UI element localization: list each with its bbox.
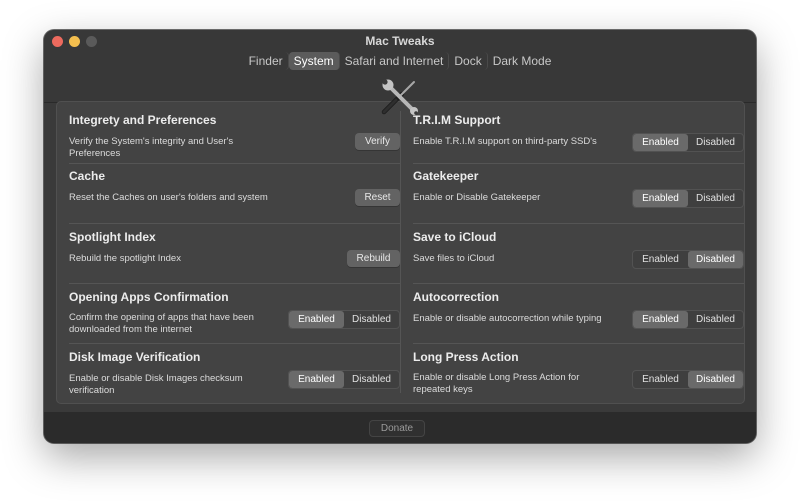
section-description: Enable or Disable Gatekeeper: [413, 192, 541, 203]
disabled-option[interactable]: Disabled: [688, 251, 743, 268]
disabled-option[interactable]: Disabled: [344, 311, 399, 328]
tab-finder[interactable]: Finder: [244, 52, 289, 70]
section-title: Spotlight Index: [69, 230, 156, 244]
t-r-i-m-support-toggle: Enabled Disabled: [632, 133, 744, 152]
app-window: Mac Tweaks Finder System Safari and Inte…: [44, 30, 756, 443]
enabled-option[interactable]: Enabled: [289, 371, 344, 388]
bottom-bar: Donate: [44, 412, 756, 443]
tab-system[interactable]: System: [288, 52, 340, 70]
enabled-option[interactable]: Enabled: [633, 251, 688, 268]
section-separator: [69, 223, 400, 224]
verify-button[interactable]: Verify: [355, 133, 400, 150]
tools-icon: [381, 79, 418, 115]
disabled-option[interactable]: Disabled: [688, 311, 743, 328]
section-separator: [413, 343, 744, 344]
section-description: Verify the System's integrity and User's…: [69, 136, 234, 159]
disabled-option[interactable]: Disabled: [344, 371, 399, 388]
section-description: Enable or disable Long Press Action for …: [413, 372, 580, 395]
section-title: Integrety and Preferences: [69, 113, 217, 127]
disabled-option[interactable]: Disabled: [688, 190, 743, 207]
section-separator: [413, 163, 744, 164]
section-description: Save files to iCloud: [413, 253, 495, 264]
enabled-option[interactable]: Enabled: [633, 311, 688, 328]
tab-bar-wrapper: Finder System Safari and Internet Dock D…: [44, 51, 756, 71]
section-separator: [69, 343, 400, 344]
enabled-option[interactable]: Enabled: [633, 190, 688, 207]
section-description: Enable T.R.I.M support on third-party SS…: [413, 136, 597, 147]
disk-image-verification-toggle: Enabled Disabled: [288, 370, 400, 389]
section-separator: [413, 283, 744, 284]
gatekeeper-toggle: Enabled Disabled: [632, 189, 744, 208]
section-title: Long Press Action: [413, 350, 519, 364]
tab-bar: Finder System Safari and Internet Dock D…: [243, 51, 558, 71]
section-description: Rebuild the spotlight Index: [69, 253, 181, 264]
long-press-action-toggle: Enabled Disabled: [632, 370, 744, 389]
save-to-icloud-toggle: Enabled Disabled: [632, 250, 744, 269]
column-divider: [400, 111, 401, 393]
section-title: Cache: [69, 169, 106, 183]
section-description: Enable or disable autocorrection while t…: [413, 313, 602, 324]
disabled-option[interactable]: Disabled: [688, 371, 743, 388]
disabled-option[interactable]: Disabled: [688, 134, 743, 151]
enabled-option[interactable]: Enabled: [633, 134, 688, 151]
enabled-option[interactable]: Enabled: [289, 311, 344, 328]
rebuild-button[interactable]: Rebuild: [347, 250, 400, 267]
section-title: Disk Image Verification: [69, 350, 201, 364]
enabled-option[interactable]: Enabled: [633, 371, 688, 388]
tab-dock[interactable]: Dock: [449, 52, 488, 70]
section-title: T.R.I.M Support: [413, 113, 501, 127]
section-title: Opening Apps Confirmation: [69, 290, 229, 304]
section-description: Confirm the opening of apps that have be…: [69, 312, 254, 335]
window-title: Mac Tweaks: [365, 34, 435, 48]
section-title: Save to iCloud: [413, 230, 497, 244]
section-title: Autocorrection: [413, 290, 500, 304]
section-title: Gatekeeper: [413, 169, 479, 183]
reset-button[interactable]: Reset: [355, 189, 400, 206]
section-separator: [69, 163, 400, 164]
section-separator: [69, 283, 400, 284]
section-separator: [413, 223, 744, 224]
opening-apps-confirmation-toggle: Enabled Disabled: [288, 310, 400, 329]
tab-dark-mode[interactable]: Dark Mode: [488, 52, 557, 70]
section-description: Enable or disable Disk Images checksum v…: [69, 373, 243, 396]
donate-button[interactable]: Donate: [369, 420, 425, 437]
settings-panel: Integrety and Preferences Verify the Syst…: [56, 101, 745, 404]
autocorrection-toggle: Enabled Disabled: [632, 310, 744, 329]
tab-safari-and-internet[interactable]: Safari and Internet: [340, 52, 450, 70]
section-description: Reset the Caches on user's folders and s…: [69, 192, 268, 203]
